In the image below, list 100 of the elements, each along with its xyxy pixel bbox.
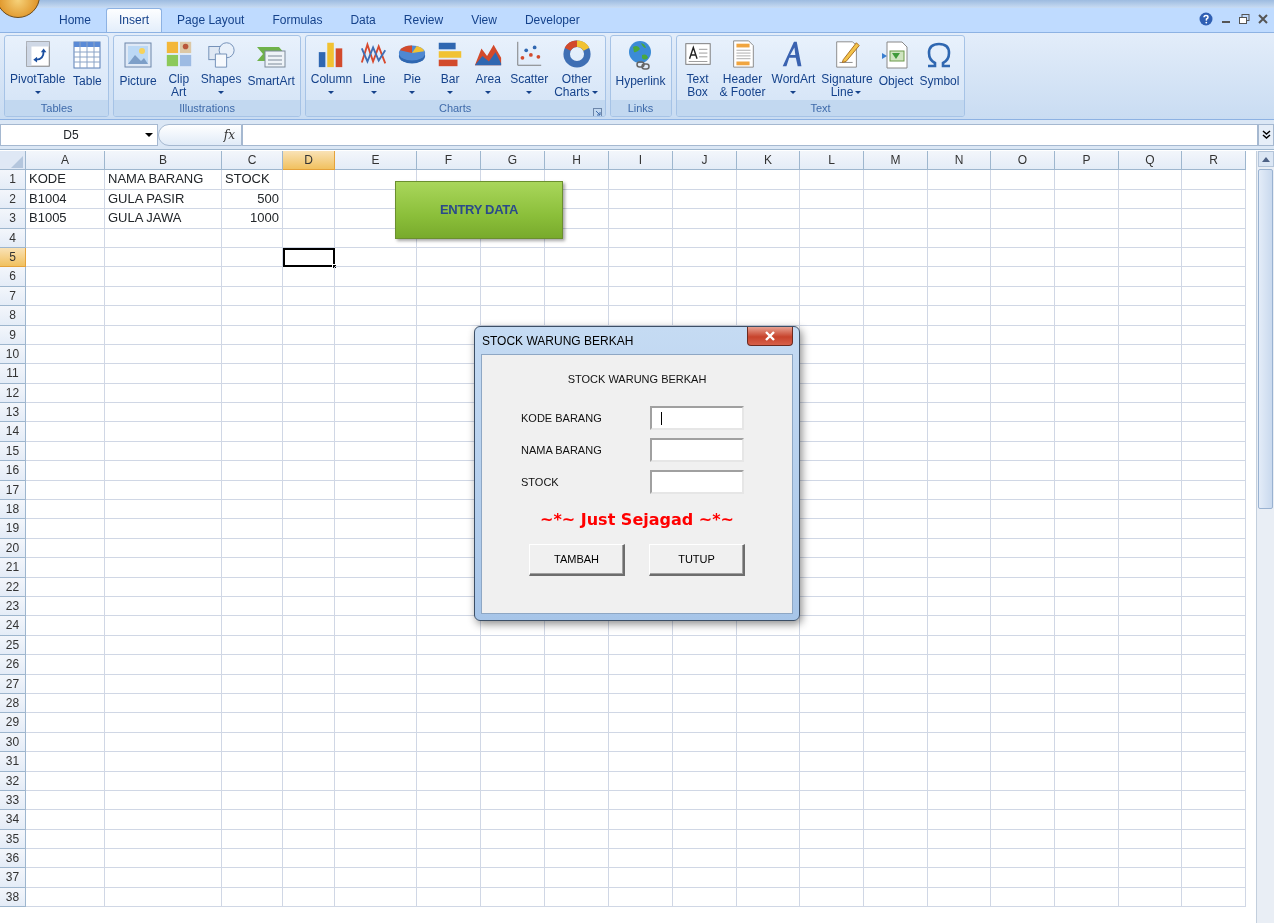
row-number[interactable]: 30 bbox=[0, 732, 26, 753]
ribbon-button[interactable]: Pie bbox=[393, 38, 432, 100]
heading-letter[interactable]: A bbox=[26, 151, 105, 171]
fill-handle[interactable] bbox=[332, 264, 337, 270]
heading-letter[interactable]: O bbox=[991, 151, 1055, 171]
row-number[interactable]: 8 bbox=[0, 306, 26, 326]
row-number[interactable]: 16 bbox=[0, 461, 26, 481]
row-number[interactable]: 19 bbox=[0, 519, 26, 539]
close-button[interactable] bbox=[747, 327, 793, 346]
name-box[interactable]: D5 bbox=[0, 123, 158, 146]
row-number[interactable]: 7 bbox=[0, 286, 26, 307]
ribbon-button[interactable]: Hyperlink bbox=[612, 38, 669, 100]
row-number[interactable]: 10 bbox=[0, 344, 26, 365]
input-field[interactable] bbox=[650, 405, 744, 430]
row-number[interactable]: 22 bbox=[0, 577, 26, 597]
heading-letter[interactable]: J bbox=[673, 151, 737, 171]
heading-letter[interactable]: G bbox=[481, 151, 545, 171]
heading-letter[interactable]: Q bbox=[1119, 151, 1182, 171]
ribbon-tab[interactable]: Data bbox=[337, 8, 389, 32]
ribbon-button[interactable]: PivotTable bbox=[7, 38, 69, 100]
scroll-up-button[interactable] bbox=[1257, 151, 1274, 167]
ribbon-button[interactable]: Other Charts bbox=[551, 38, 603, 100]
input-field[interactable] bbox=[650, 469, 744, 494]
heading-letter[interactable]: N bbox=[928, 151, 991, 171]
row-number[interactable]: 12 bbox=[0, 383, 26, 404]
ribbon-button[interactable]: SmartArt bbox=[244, 38, 298, 100]
ribbon-tab[interactable]: Formulas bbox=[259, 8, 336, 32]
dialog-launcher-icon[interactable] bbox=[592, 107, 602, 116]
row-number[interactable]: 29 bbox=[0, 713, 26, 733]
dialog-button[interactable]: TAMBAH bbox=[529, 543, 625, 576]
row-number[interactable]: 24 bbox=[0, 616, 26, 636]
row-number[interactable]: 3 bbox=[0, 209, 26, 229]
ribbon-button[interactable]: Column bbox=[307, 38, 356, 100]
ribbon-button[interactable]: Picture bbox=[116, 38, 160, 100]
row-number[interactable]: 36 bbox=[0, 849, 26, 869]
row-number[interactable]: 35 bbox=[0, 829, 26, 850]
row-number[interactable]: 25 bbox=[0, 635, 26, 656]
row-number[interactable]: 32 bbox=[0, 771, 26, 791]
row-number[interactable]: 4 bbox=[0, 228, 26, 248]
row-number[interactable]: 13 bbox=[0, 403, 26, 423]
heading-letter[interactable]: C bbox=[222, 151, 283, 171]
row-number[interactable]: 15 bbox=[0, 441, 26, 462]
ribbon-button[interactable]: Bar bbox=[431, 38, 470, 100]
row-number[interactable]: 14 bbox=[0, 422, 26, 442]
heading-letter[interactable]: M bbox=[864, 151, 928, 171]
insert-function-button[interactable]: fx bbox=[223, 125, 235, 144]
row-number[interactable]: 28 bbox=[0, 693, 26, 714]
help-icon[interactable] bbox=[1199, 12, 1213, 26]
row-number[interactable]: 6 bbox=[0, 267, 26, 287]
heading-letter[interactable]: P bbox=[1055, 151, 1119, 171]
row-number[interactable]: 37 bbox=[0, 868, 26, 888]
row-number[interactable]: 21 bbox=[0, 558, 26, 578]
entry-data-button[interactable]: ENTRY DATA bbox=[395, 181, 563, 239]
row-number[interactable]: 18 bbox=[0, 500, 26, 520]
heading-letter[interactable]: L bbox=[800, 151, 864, 171]
restore-icon[interactable] bbox=[1239, 14, 1250, 24]
scroll-thumb[interactable] bbox=[1258, 169, 1273, 509]
ribbon-button[interactable]: Text Box bbox=[678, 38, 717, 100]
row-number[interactable]: 9 bbox=[0, 325, 26, 345]
heading-letter[interactable]: F bbox=[417, 151, 481, 171]
row-number[interactable]: 2 bbox=[0, 189, 26, 210]
ribbon-button[interactable]: Header & Footer bbox=[716, 38, 769, 100]
heading-letter[interactable]: E bbox=[335, 151, 417, 171]
heading-letter[interactable]: B bbox=[105, 151, 222, 171]
ribbon-button[interactable]: Line bbox=[355, 38, 394, 100]
heading-letter[interactable]: D bbox=[283, 151, 335, 171]
row-number[interactable]: 23 bbox=[0, 597, 26, 617]
heading-letter[interactable]: K bbox=[737, 151, 800, 171]
ribbon-tab[interactable]: Insert bbox=[106, 8, 163, 32]
ribbon-tab[interactable]: Developer bbox=[511, 8, 593, 32]
close-icon[interactable] bbox=[1258, 14, 1268, 24]
ribbon-tab[interactable]: Review bbox=[390, 8, 457, 32]
input-field[interactable] bbox=[650, 437, 744, 462]
ribbon-button[interactable]: Area bbox=[469, 38, 508, 100]
row-number[interactable]: 34 bbox=[0, 810, 26, 830]
formula-input[interactable] bbox=[242, 123, 1258, 146]
dialog-button[interactable]: TUTUP bbox=[649, 543, 745, 576]
ribbon-button[interactable]: Object bbox=[875, 38, 917, 100]
ribbon-button[interactable]: Symbol bbox=[916, 38, 963, 100]
ribbon-button[interactable]: Signature Line bbox=[818, 38, 876, 100]
row-number[interactable]: 20 bbox=[0, 538, 26, 559]
ribbon-button[interactable]: WordArt bbox=[768, 38, 819, 100]
vertical-scrollbar[interactable] bbox=[1256, 151, 1274, 923]
ribbon-tab[interactable]: Home bbox=[46, 8, 104, 32]
row-number[interactable]: 11 bbox=[0, 364, 26, 384]
row-number[interactable]: 27 bbox=[0, 674, 26, 694]
active-cell[interactable] bbox=[283, 247, 335, 268]
ribbon-tab[interactable]: Page Layout bbox=[164, 8, 258, 32]
row-number[interactable]: 38 bbox=[0, 887, 26, 908]
expand-formula-button[interactable] bbox=[1258, 123, 1274, 146]
ribbon-tab[interactable]: View bbox=[458, 8, 510, 32]
heading-letter[interactable]: R bbox=[1182, 151, 1246, 171]
ribbon-button[interactable]: Shapes bbox=[197, 38, 245, 100]
row-number[interactable]: 31 bbox=[0, 752, 26, 772]
heading-letter[interactable]: H bbox=[545, 151, 609, 171]
row-number[interactable]: 5 bbox=[0, 247, 26, 268]
row-number[interactable]: 1 bbox=[0, 170, 26, 190]
row-number[interactable]: 26 bbox=[0, 655, 26, 675]
ribbon-button[interactable]: Table bbox=[68, 38, 107, 100]
ribbon-button[interactable]: Scatter bbox=[507, 38, 552, 100]
